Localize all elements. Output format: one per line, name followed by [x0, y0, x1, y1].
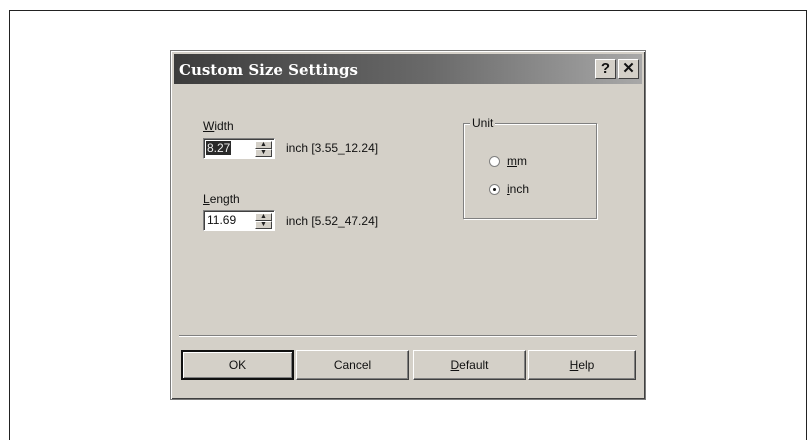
spin-up-icon[interactable]: ▲ — [255, 213, 272, 221]
width-range: inch [3.55_12.24] — [286, 141, 379, 155]
help-button[interactable]: Help — [528, 350, 636, 380]
width-label: Width — [203, 119, 234, 133]
unit-groupbox: Unit mm i nch — [463, 116, 597, 219]
length-label: Length — [203, 192, 240, 206]
length-spinner[interactable]: 11.69 ▲ ▼ — [203, 210, 275, 231]
title-bar: Custom Size Settings ? ✕ — [174, 54, 642, 84]
dialog-title: Custom Size Settings — [179, 61, 358, 79]
default-button[interactable]: Default — [413, 350, 526, 380]
width-input[interactable]: 8.27 — [206, 141, 232, 155]
width-spin-buttons: ▲ ▼ — [255, 141, 272, 157]
length-spin-buttons: ▲ ▼ — [255, 213, 272, 229]
spin-down-icon[interactable]: ▼ — [255, 149, 272, 157]
length-input[interactable]: 11.69 — [206, 213, 237, 227]
spin-down-icon[interactable]: ▼ — [255, 221, 272, 229]
divider — [179, 335, 637, 337]
ok-button[interactable]: OK — [181, 350, 294, 380]
close-icon[interactable]: ✕ — [618, 59, 639, 79]
cancel-button[interactable]: Cancel — [296, 350, 409, 380]
length-range: inch [5.52_47.24] — [286, 214, 379, 228]
radio-mm[interactable] — [489, 155, 500, 167]
radio-inch[interactable] — [489, 183, 500, 195]
unit-option-mm[interactable]: mm — [489, 154, 527, 168]
help-icon[interactable]: ? — [595, 59, 616, 79]
custom-size-dialog: Custom Size Settings ? ✕ Width 8.27 ▲ ▼ … — [170, 50, 646, 400]
unit-option-inch[interactable]: i nch — [489, 182, 529, 196]
unit-group-title: Unit — [470, 116, 496, 130]
width-spinner[interactable]: 8.27 ▲ ▼ — [203, 138, 275, 159]
spin-up-icon[interactable]: ▲ — [255, 141, 272, 149]
